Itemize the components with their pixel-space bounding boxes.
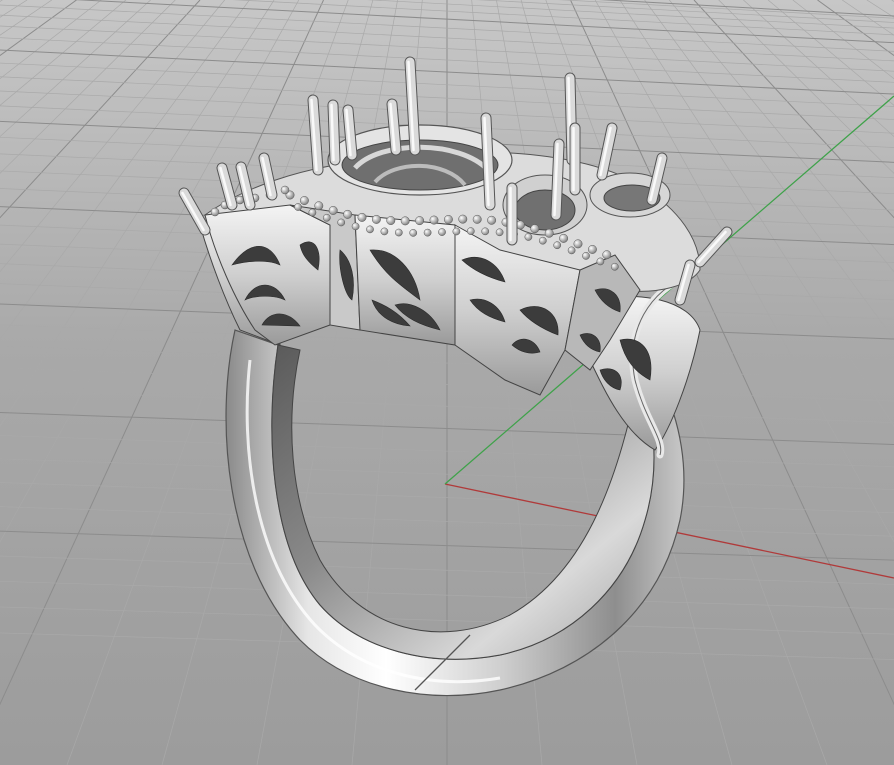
perspective-viewport[interactable] xyxy=(0,0,894,765)
pave-bead xyxy=(322,213,331,222)
pave-bead xyxy=(487,215,497,225)
pave-bead xyxy=(573,239,583,249)
pave-bead xyxy=(458,214,468,224)
pave-bead xyxy=(366,225,374,234)
pave-bead xyxy=(308,208,317,217)
pave-bead xyxy=(429,215,439,225)
pave-bead xyxy=(452,227,461,236)
pave-bead xyxy=(337,218,346,227)
pave-bead xyxy=(280,185,290,195)
pave-bead xyxy=(472,214,482,224)
pave-bead xyxy=(582,252,590,260)
pave-bead xyxy=(394,228,403,237)
pave-bead xyxy=(481,227,490,236)
pave-bead xyxy=(328,206,338,215)
pave-bead xyxy=(553,241,562,250)
pave-bead xyxy=(351,222,360,231)
pave-bead xyxy=(559,233,569,243)
pave-bead xyxy=(466,227,475,235)
pave-bead xyxy=(443,215,453,224)
pave-bead xyxy=(524,233,533,241)
pave-bead xyxy=(371,214,381,224)
pave-bead xyxy=(587,244,597,254)
pave-bead xyxy=(596,257,605,266)
pave-bead xyxy=(210,207,220,217)
pave-bead xyxy=(495,228,504,237)
pave-bead xyxy=(530,224,540,234)
pave-bead xyxy=(538,236,547,245)
pave-bead xyxy=(602,250,612,260)
pave-bead xyxy=(415,216,425,226)
pave-bead xyxy=(314,201,324,211)
pave-bead xyxy=(610,262,619,271)
pave-bead xyxy=(423,228,432,237)
pave-bead xyxy=(567,246,576,255)
pave-bead xyxy=(294,203,302,211)
pave-bead xyxy=(544,228,554,238)
viewport-canvas[interactable] xyxy=(0,0,894,765)
pave-bead xyxy=(343,209,353,219)
pave-bead xyxy=(357,212,367,222)
pave-bead xyxy=(409,229,418,237)
pave-bead xyxy=(400,216,410,226)
pave-bead xyxy=(299,196,309,205)
pave-bead xyxy=(386,216,396,225)
pave-bead xyxy=(380,227,389,236)
pave-bead xyxy=(438,228,446,236)
